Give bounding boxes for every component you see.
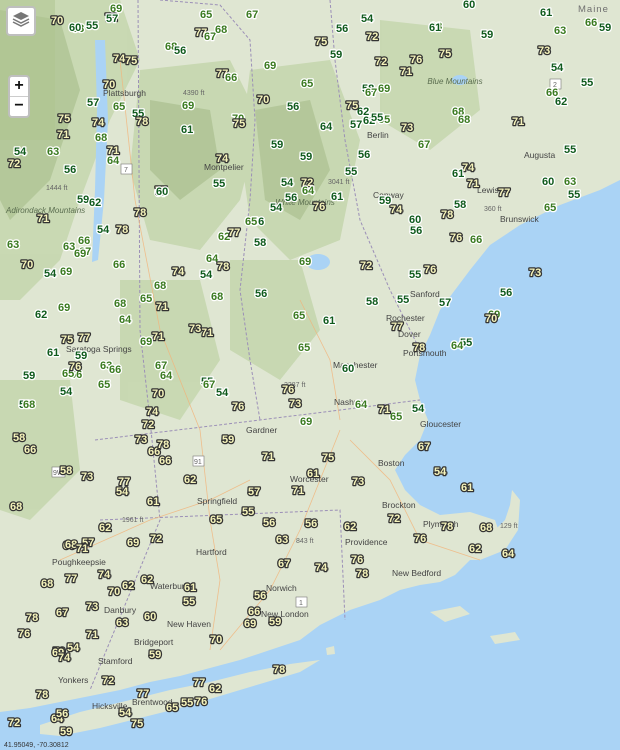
zoom-in-button[interactable]: + [10,77,28,97]
city-label-manchester: Manchester [333,360,378,370]
city-label-new-haven: New Haven [167,619,211,629]
city-label-gloucester: Gloucester [420,419,461,429]
route-number: 7 [124,167,128,174]
city-label-norwich: Norwich [266,583,297,593]
city-label-brunswick: Brunswick [500,214,539,224]
city-label-dover: Dover [398,329,421,339]
temperature-label[interactable]: 56 [357,148,372,163]
city-label-plattsburgh: Plattsburgh [103,88,146,98]
temperature-label[interactable]: 69 [109,2,124,17]
city-label-berlin: Berlin [367,130,389,140]
temperature-label[interactable]: 60 [462,0,477,12]
elevation-label: 1961 ft [122,517,143,524]
city-label-stamford: Stamford [98,656,133,666]
temperature-label[interactable]: 73 [351,475,366,490]
state-label-maine: Maine [578,4,609,15]
temperature-label[interactable]: 66 [469,233,484,248]
temperature-label[interactable]: 75 [124,54,139,69]
temperature-label[interactable]: 71 [261,450,276,465]
city-label-nashua: Nashua [334,397,364,407]
temperature-label[interactable]: 62 [217,230,232,245]
temperature-label[interactable]: 65 [199,8,214,23]
layers-button[interactable] [6,6,36,36]
city-label-hicksville: Hicksville [92,701,128,711]
elevation-label: 1444 ft [46,185,67,192]
temperature-label[interactable]: 61 [539,6,554,21]
city-label-bridgeport: Bridgeport [134,637,174,647]
city-label-gardner: Gardner [246,425,277,435]
temperature-label[interactable]: 55 [344,165,359,180]
city-label-new-bedford: New Bedford [392,568,441,578]
temperature-label[interactable]: 67 [245,8,260,23]
route-number: 9W [53,470,64,477]
city-label-danbury: Danbury [104,605,137,615]
layers-icon [12,11,30,32]
temperature-label[interactable]: 57 [349,118,364,133]
city-label-providence: Providence [345,537,388,547]
city-label-montpelier: Montpelier [204,162,244,172]
city-label-rochester: Rochester [386,313,425,323]
city-label-poughkeepsie: Poughkeepsie [52,557,106,567]
city-label-springfield: Springfield [197,496,237,506]
elevation-label: 129 ft [500,523,518,530]
city-label-sanford: Sanford [410,289,440,299]
temperature-label[interactable]: 76 [194,695,209,710]
elevation-label: 2287 ft [284,382,305,389]
elevation-label: 4390 ft [183,90,204,97]
feature-label-adirondack: Adirondack Mountains [5,206,85,215]
zoom-out-button[interactable]: − [10,97,28,116]
city-label-hartford: Hartford [196,547,227,557]
temperature-label[interactable]: 59 [299,150,314,165]
elevation-label: 843 ft [296,538,314,545]
city-label-conway: Conway [373,190,404,200]
temperature-label[interactable]: 54 [13,145,29,160]
city-label-worcester: Worcester [290,474,329,484]
city-label-brockton: Brockton [382,500,416,510]
route-number: 91 [194,459,202,466]
city-label-waterbury: Waterbury [150,581,190,591]
city-label-yonkers: Yonkers [58,675,88,685]
elevation-label: 3041 ft [328,179,349,186]
city-label-plymouth: Plymouth [423,519,459,529]
elevation-label: 360 ft [484,206,502,213]
zoom-control: + − [8,75,30,118]
temperature-label[interactable]: 72 [387,512,402,527]
city-label-lewiston: Lewiston [477,185,511,195]
temperature-label[interactable]: 77 [136,687,151,702]
map-canvas[interactable]: Maine Plattsburgh Montpelier Berlin Conw… [0,0,620,750]
route-number: 1 [299,600,303,607]
city-label-portsmouth: Portsmouth [403,348,447,358]
route-number: 2 [553,82,557,89]
temperature-label[interactable]: 78 [272,663,287,678]
feature-label-blue-mountains: Blue Mountains [427,77,482,86]
temperature-label[interactable]: 68 [164,40,179,55]
city-label-augusta: Augusta [524,150,555,160]
temperature-label[interactable]: 63 [71,22,86,37]
temperature-label[interactable]: 70 [231,112,246,127]
temperature-label[interactable]: 58 [361,82,376,97]
city-label-new-london: New London [261,609,309,619]
city-label-saratoga-springs: Saratoga Springs [66,344,132,354]
coordinate-readout: 41.95049, -70.30812 [4,742,69,749]
feature-label-white-mountains: White Mountains [275,198,335,207]
temperature-label[interactable]: 64 [319,120,335,135]
city-label-boston: Boston [378,458,405,468]
